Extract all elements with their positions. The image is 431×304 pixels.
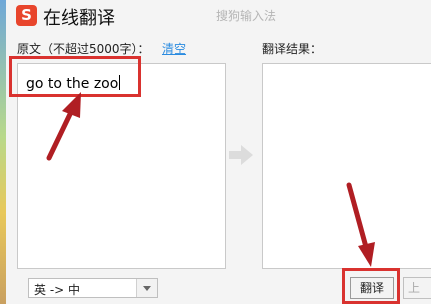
button-highlight-box [342,268,400,304]
language-value: 英 -> 中 [34,283,81,297]
sogou-logo-icon: S [16,5,37,26]
source-label: 原文（不超过5000字）： [17,42,150,56]
arrow-right-icon [229,145,253,165]
language-select[interactable]: 英 -> 中 [28,278,158,298]
clear-link[interactable]: 清空 [162,40,186,57]
chevron-down-icon[interactable] [136,279,157,297]
input-highlight-box [9,56,141,97]
result-textarea[interactable] [262,63,431,269]
title-bar: S 在线翻译 搜狗输入法 [6,0,431,34]
brand-label: 搜狗输入法 [216,9,277,23]
background-strip [0,0,6,304]
window-title: 在线翻译 [43,8,115,29]
result-label: 翻译结果： [262,42,323,56]
next-button[interactable]: 上 [403,277,431,299]
